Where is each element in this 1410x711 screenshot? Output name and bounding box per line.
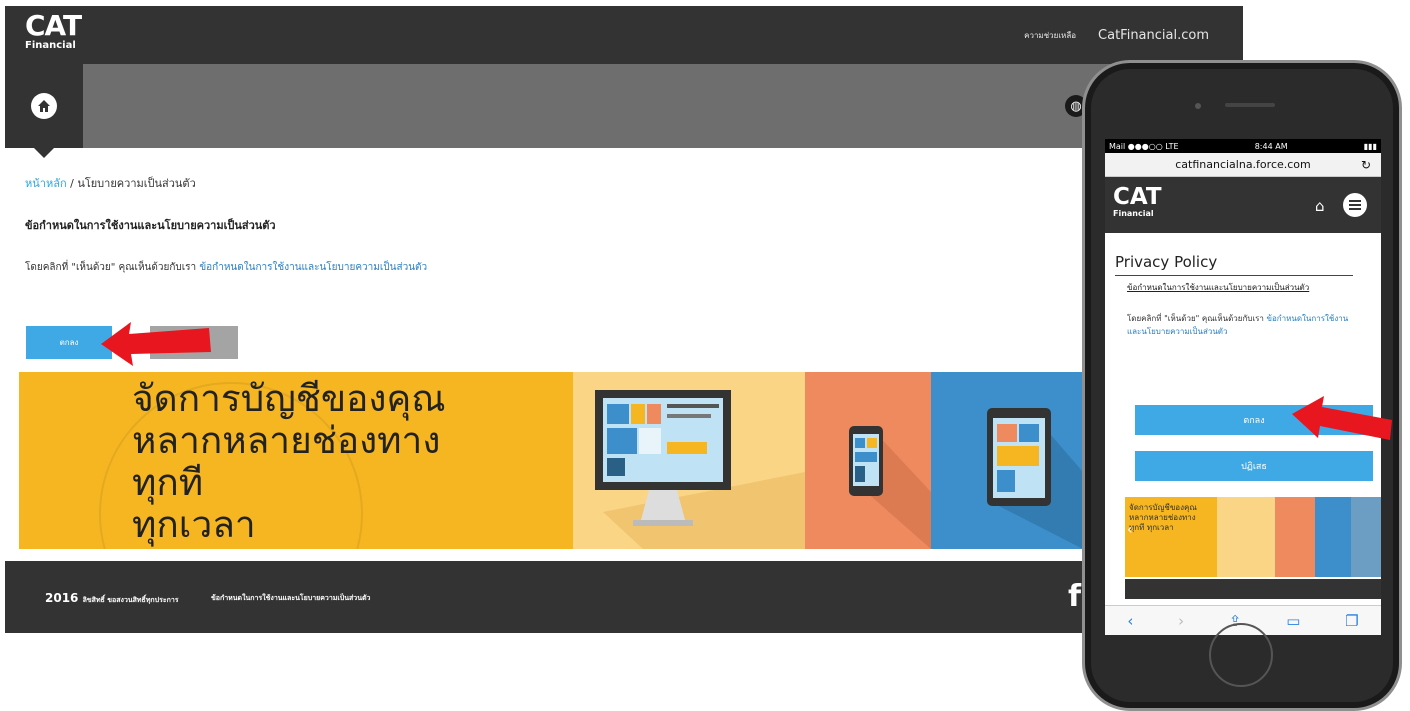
banner-phone-panel <box>805 372 931 549</box>
red-arrow-annotation <box>101 322 211 366</box>
promo-banner[interactable]: จัดการบัญชีของคุณ หลากหลายช่องทาง ทุกที … <box>19 372 1083 549</box>
consent-text: โดยคลิกที่ "เห็นด้วย" คุณเห็นด้วยกับเรา … <box>25 260 427 275</box>
mobile-home-icon[interactable]: ⌂ <box>1315 197 1325 215</box>
banner-tablet-panel <box>931 372 1083 549</box>
facebook-icon[interactable]: f <box>1068 579 1081 614</box>
page-heading: ข้อกำหนดในการใช้งานและนโยบายความเป็นส่วน… <box>25 219 276 232</box>
mobile-consent-text: โดยคลิกที่ "เห็นด้วย" คุณเห็นด้วยกับเรา … <box>1127 312 1357 338</box>
footer-terms-link[interactable]: ข้อกำหนดในการใช้งานและนโยบายความเป็นส่วน… <box>211 593 370 604</box>
breadcrumb-current: นโยบายความเป็นส่วนตัว <box>77 177 196 190</box>
breadcrumb: หน้าหลัก / นโยบายความเป็นส่วนตัว <box>25 174 196 192</box>
phone-mockup: Mail ●●●○○ LTE 8:44 AM ▮▮▮ catfinancialn… <box>1082 60 1402 711</box>
banner-monitor-panel <box>573 372 805 549</box>
mobile-footer <box>1125 579 1381 599</box>
reload-icon[interactable]: ↻ <box>1361 158 1371 172</box>
banner-line-2: หลากหลายช่องทาง <box>132 419 441 462</box>
status-carrier: Mail ●●●○○ LTE <box>1109 141 1179 151</box>
url-text: catfinancialna.force.com <box>1175 158 1311 171</box>
phone-speaker <box>1225 103 1275 107</box>
mobile-consent-statement: โดยคลิกที่ "เห็นด้วย" คุณเห็นด้วยกับเรา <box>1127 314 1267 323</box>
consent-statement: โดยคลิกที่ "เห็นด้วย" คุณเห็นด้วยกับเรา <box>25 262 200 273</box>
footer-copyright-text: ลิขสิทธิ์ ขอสงวนสิทธิ์ทุกประการ <box>82 596 179 604</box>
mobile-banner-panel-3 <box>1275 497 1315 577</box>
mobile-logo-sub: Financial <box>1113 209 1154 218</box>
phone-illustration <box>849 426 931 549</box>
phone-status-bar: Mail ●●●○○ LTE 8:44 AM ▮▮▮ <box>1105 139 1381 153</box>
bookmarks-icon[interactable]: ▭ <box>1286 612 1300 630</box>
url-bar[interactable]: catfinancialna.force.com ↻ <box>1105 153 1381 177</box>
mobile-page-title: Privacy Policy <box>1115 253 1353 276</box>
mobile-logo-main: CAT <box>1113 184 1162 210</box>
terms-link[interactable]: ข้อกำหนดในการใช้งานและนโยบายความเป็นส่วน… <box>199 262 427 273</box>
breadcrumb-separator: / <box>66 177 78 190</box>
mobile-banner-text: จัดการบัญชีของคุณ หลากหลายช่องทาง ทุกที … <box>1129 503 1197 532</box>
logo-sub-text: Financial <box>25 40 76 51</box>
top-links: ความช่วยเหลือ CatFinancial.com <box>1024 28 1209 43</box>
mobile-heading: ข้อกำหนดในการใช้งานและนโยบายความเป็นส่วน… <box>1127 283 1310 292</box>
tabs-icon[interactable]: ❐ <box>1345 612 1358 630</box>
red-arrow-annotation-phone <box>1292 396 1392 440</box>
menu-icon[interactable] <box>1343 193 1367 217</box>
help-link[interactable]: ความช่วยเหลือ <box>1024 29 1076 42</box>
mobile-banner-panel-4 <box>1315 497 1351 577</box>
footer: 2016 ลิขสิทธิ์ ขอสงวนสิทธิ์ทุกประการ ข้อ… <box>5 561 1243 633</box>
catfinancial-link[interactable]: CatFinancial.com <box>1098 28 1209 43</box>
back-icon[interactable]: ‹ <box>1127 612 1133 630</box>
banner-line-4: ทุกเวลา <box>132 503 256 546</box>
banner-line-1: จัดการบัญชีของคุณ <box>132 377 446 420</box>
logo-main-text: CAT <box>25 9 82 42</box>
phone-camera <box>1195 103 1201 109</box>
carousel-prev-icon[interactable]: ‹ <box>1127 523 1133 537</box>
mobile-banner-text-panel: จัดการบัญชีของคุณ หลากหลายช่องทาง ทุกที … <box>1125 497 1217 577</box>
desktop-page: CAT Financial ความช่วยเหลือ CatFinancial… <box>5 6 1243 633</box>
monitor-illustration <box>595 390 805 549</box>
tablet-illustration <box>987 408 1083 549</box>
banner-text: จัดการบัญชีของคุณ หลากหลายช่องทาง ทุกที … <box>132 378 446 546</box>
top-bar: CAT Financial ความช่วยเหลือ CatFinancial… <box>5 6 1243 64</box>
agree-button[interactable]: ตกลง <box>26 326 112 359</box>
banner-line-3: ทุกที <box>132 461 204 504</box>
footer-copyright: 2016 ลิขสิทธิ์ ขอสงวนสิทธิ์ทุกประการ <box>45 591 179 606</box>
cat-financial-logo[interactable]: CAT Financial <box>25 9 82 60</box>
phone-home-key[interactable] <box>1209 623 1273 687</box>
battery-icon: ▮▮▮ <box>1363 141 1377 151</box>
mobile-banner[interactable]: จัดการบัญชีของคุณ หลากหลายช่องทาง ทุกที … <box>1125 497 1381 577</box>
breadcrumb-home-link[interactable]: หน้าหลัก <box>25 177 67 190</box>
footer-year: 2016 <box>45 591 79 605</box>
mobile-banner-panel-2 <box>1217 497 1275 577</box>
nav-bar: ◍ <box>5 64 1243 158</box>
home-icon <box>31 93 57 119</box>
status-time: 8:44 AM <box>1254 141 1288 151</box>
home-button[interactable] <box>5 64 83 158</box>
mobile-decline-button[interactable]: ปฏิเสธ <box>1135 451 1373 481</box>
mobile-header: CAT Financial ⌂ <box>1105 177 1381 233</box>
forward-icon[interactable]: › <box>1178 612 1184 630</box>
phone-screen: Mail ●●●○○ LTE 8:44 AM ▮▮▮ catfinancialn… <box>1105 139 1381 635</box>
mobile-banner-panel-5 <box>1351 497 1381 577</box>
mobile-logo[interactable]: CAT Financial <box>1113 185 1162 218</box>
